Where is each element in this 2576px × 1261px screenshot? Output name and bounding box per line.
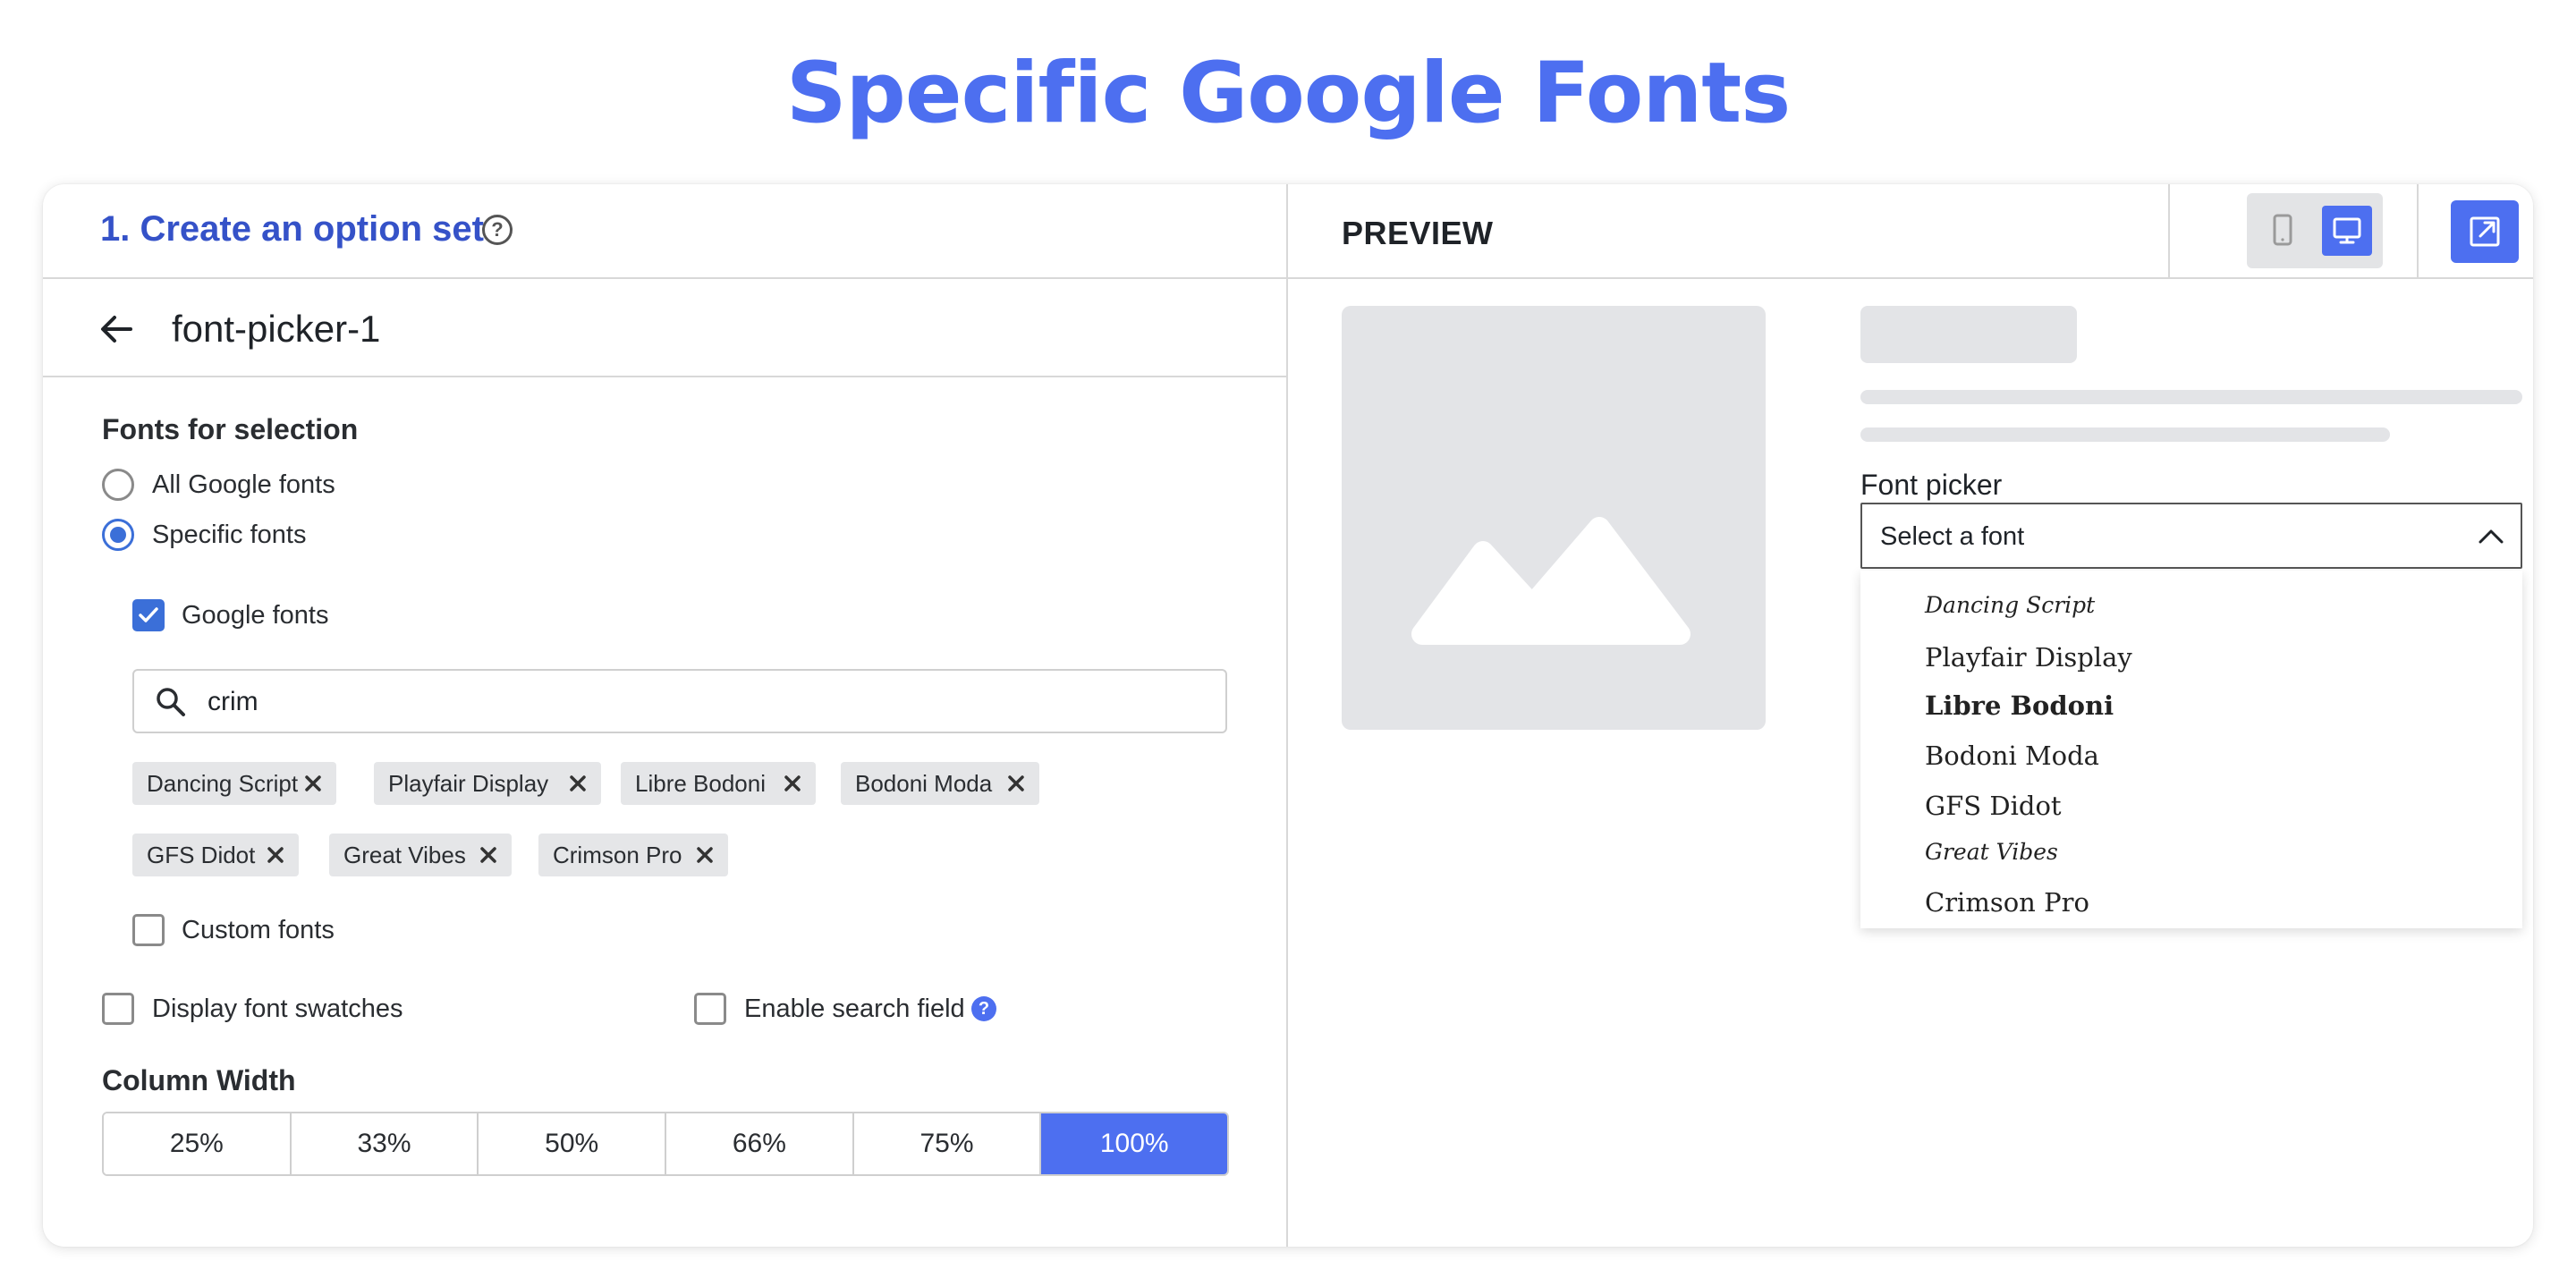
- info-icon[interactable]: ?: [971, 996, 996, 1021]
- skeleton-line: [1860, 390, 2522, 404]
- mobile-view-button[interactable]: [2258, 206, 2308, 256]
- remove-icon[interactable]: [567, 773, 589, 794]
- chip-label: Bodoni Moda: [855, 770, 993, 797]
- mobile-icon: [2273, 214, 2292, 246]
- option-set-card: 1. Create an option set ? font-picker-1 …: [43, 184, 2533, 1247]
- custom-fonts-checkbox[interactable]: [132, 914, 165, 946]
- font-picker-label: Font picker: [1860, 469, 2003, 501]
- remove-icon[interactable]: [1005, 773, 1027, 794]
- column-width-50[interactable]: 50%: [479, 1113, 667, 1174]
- panel-header: 1. Create an option set ?: [43, 184, 1286, 279]
- open-external-button[interactable]: [2451, 200, 2519, 263]
- font-chip: Bodoni Moda: [841, 762, 1039, 805]
- panel-title: 1. Create an option set: [100, 209, 484, 249]
- chip-label: Great Vibes: [343, 842, 466, 868]
- chip-label: Playfair Display: [388, 770, 549, 797]
- enable-search-label: Enable search field: [744, 994, 965, 1023]
- product-image-placeholder: [1342, 306, 1766, 730]
- preview-header: PREVIEW: [1288, 184, 2533, 279]
- remove-icon[interactable]: [478, 844, 499, 866]
- preview-label: PREVIEW: [1342, 215, 1494, 251]
- dropdown-item[interactable]: Playfair Display: [1925, 642, 2132, 673]
- desktop-icon: [2333, 217, 2361, 244]
- open-external-icon: [2470, 216, 2500, 247]
- font-chip: Playfair Display: [374, 762, 601, 805]
- font-search-input[interactable]: crim: [132, 669, 1227, 733]
- chip-label: Dancing Script: [147, 770, 299, 797]
- chip-label: GFS Didot: [147, 842, 256, 868]
- option-set-name: font-picker-1: [172, 308, 381, 350]
- header-divider: [2168, 184, 2170, 279]
- radio-specific-label: Specific fonts: [152, 520, 307, 549]
- skeleton-title: [1860, 306, 2077, 363]
- display-swatches-checkbox[interactable]: [102, 993, 134, 1025]
- remove-icon[interactable]: [265, 844, 286, 866]
- skeleton-line: [1860, 427, 2390, 442]
- font-chip: Great Vibes: [329, 834, 512, 876]
- radio-specific-fonts[interactable]: [102, 519, 134, 551]
- dropdown-item[interactable]: GFS Didot: [1925, 791, 2062, 821]
- dropdown-item[interactable]: Libre Bodoni: [1925, 690, 2114, 721]
- remove-icon[interactable]: [694, 844, 716, 866]
- google-fonts-label: Google fonts: [182, 601, 329, 630]
- page-title: Specific Google Fonts: [785, 45, 1791, 142]
- checkmark-icon: [139, 607, 158, 622]
- column-width-label: Column Width: [102, 1064, 296, 1096]
- mountain-image-icon: [1411, 517, 1690, 645]
- radio-all-label: All Google fonts: [152, 470, 335, 499]
- desktop-view-button[interactable]: [2322, 206, 2372, 256]
- column-width-75[interactable]: 75%: [853, 1113, 1042, 1174]
- dropdown-item[interactable]: Bodoni Moda: [1925, 741, 2099, 771]
- enable-search-checkbox[interactable]: [694, 993, 726, 1025]
- font-chip: GFS Didot: [132, 834, 299, 876]
- fonts-section-label: Fonts for selection: [102, 413, 359, 445]
- column-width-100[interactable]: 100%: [1041, 1113, 1227, 1174]
- dropdown-item[interactable]: Great Vibes: [1925, 839, 2058, 865]
- select-placeholder: Select a font: [1880, 522, 2025, 551]
- search-value: crim: [208, 687, 258, 716]
- search-icon: [157, 688, 185, 716]
- dropdown-item[interactable]: Crimson Pro: [1925, 887, 2089, 918]
- option-set-panel: 1. Create an option set ? font-picker-1 …: [43, 184, 1286, 1247]
- chip-label: Crimson Pro: [553, 842, 682, 868]
- font-dropdown-list: Dancing Script Playfair Display Libre Bo…: [1860, 571, 2522, 928]
- device-toggle: [2247, 193, 2383, 268]
- custom-fonts-label: Custom fonts: [182, 916, 335, 944]
- dropdown-item[interactable]: Dancing Script: [1925, 592, 2095, 618]
- font-chip: Libre Bodoni: [621, 762, 816, 805]
- chevron-up-icon: [2479, 529, 2504, 544]
- font-chip: Dancing Script: [132, 762, 336, 805]
- column-width-selector: 25% 33% 50% 66% 75% 100%: [102, 1112, 1229, 1176]
- column-width-25[interactable]: 25%: [104, 1113, 292, 1174]
- column-width-66[interactable]: 66%: [666, 1113, 854, 1174]
- font-chip: Crimson Pro: [538, 834, 728, 876]
- chip-label: Libre Bodoni: [635, 770, 766, 797]
- question-circle-icon[interactable]: ?: [482, 215, 513, 245]
- google-fonts-checkbox[interactable]: [132, 599, 165, 631]
- arrow-left-icon[interactable]: [95, 308, 138, 351]
- header-divider: [2417, 184, 2419, 279]
- column-width-33[interactable]: 33%: [291, 1113, 479, 1174]
- radio-all-google-fonts[interactable]: [102, 469, 134, 501]
- sub-header: font-picker-1: [43, 281, 1286, 377]
- font-select[interactable]: Select a font: [1860, 503, 2522, 569]
- display-swatches-label: Display font swatches: [152, 994, 403, 1023]
- remove-icon[interactable]: [782, 773, 803, 794]
- remove-icon[interactable]: [302, 773, 324, 794]
- preview-panel: PREVIEW Font picker Select a font Dancin…: [1288, 184, 2533, 1247]
